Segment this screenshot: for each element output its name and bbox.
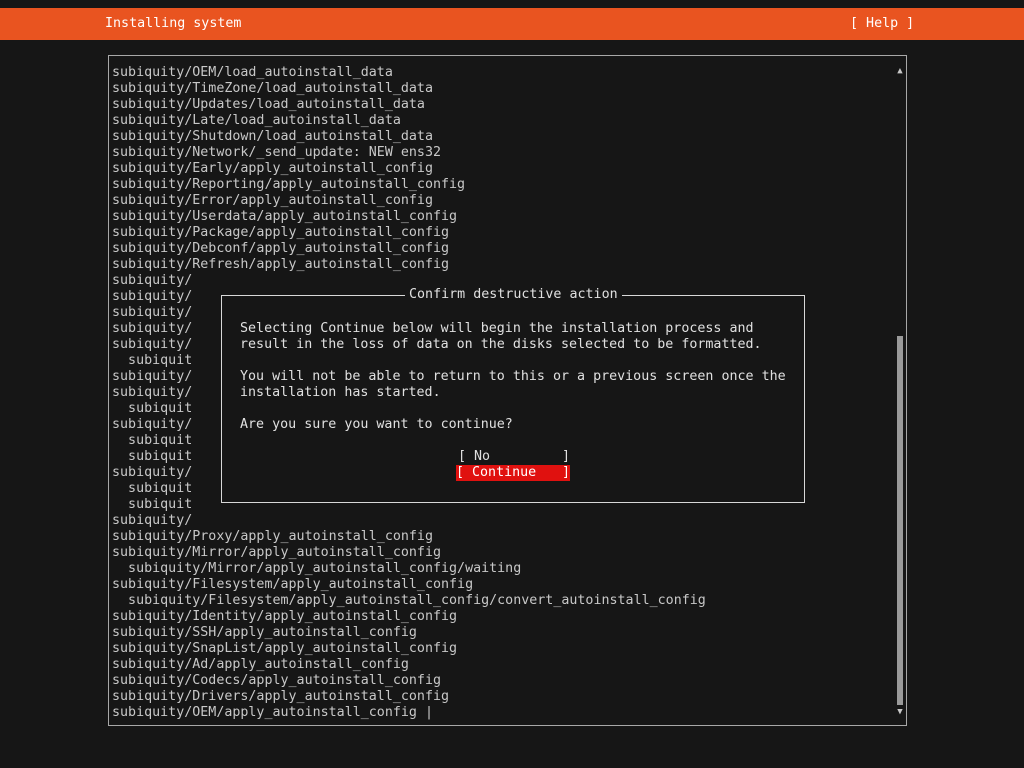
log-line: subiquity/Mirror/apply_autoinstall_confi… — [112, 545, 441, 560]
log-line: subiquity/Userdata/apply_autoinstall_con… — [112, 209, 458, 224]
no-button[interactable]: [ No ] — [458, 449, 570, 465]
log-line: subiquity/Early/apply_autoinstall_config — [112, 161, 433, 176]
log-line: subiquity/TimeZone/load_autoinstall_data — [112, 81, 433, 96]
log-line: subiquity/OEM/apply_autoinstall_config | — [112, 705, 433, 720]
dialog-message-line: installation has started. — [240, 385, 441, 400]
log-line: subiquity/Shutdown/load_autoinstall_data — [112, 129, 433, 144]
confirm-dialog: Confirm destructive action Selecting Con… — [221, 287, 805, 503]
log-line: subiquity/Package/apply_autoinstall_conf… — [112, 225, 450, 240]
log-scrollbar[interactable]: ▲ ▼ — [896, 65, 904, 721]
log-line: subiquity/Refresh/apply_autoinstall_conf… — [112, 257, 450, 272]
log-line: subiquity/Reporting/apply_autoinstall_co… — [112, 177, 466, 192]
no-button-left-bracket: [ — [458, 449, 467, 464]
log-line: subiquity/Codecs/apply_autoinstall_confi… — [112, 673, 441, 688]
dialog-message-line — [240, 353, 800, 369]
continue-button-right-bracket: ] — [561, 465, 570, 480]
dialog-title: Confirm destructive action — [405, 287, 622, 303]
log-line: subiquity/Network/_send_update: NEW ens3… — [112, 145, 441, 160]
help-button[interactable]: [ Help ] — [850, 8, 914, 40]
top-strip — [0, 0, 1024, 8]
log-line: subiquity/Filesystem/apply_autoinstall_c… — [112, 577, 474, 592]
continue-button-label: Continue — [472, 465, 537, 480]
continue-button[interactable]: [ Continue ] — [456, 465, 570, 481]
log-line: subiquity/SSH/apply_autoinstall_config — [112, 625, 417, 640]
no-button-right-bracket: ] — [561, 449, 570, 464]
scrollbar-thumb[interactable] — [897, 336, 903, 705]
dialog-message-line: You will not be able to return to this o… — [240, 369, 786, 384]
dialog-message-line — [240, 401, 800, 417]
log-line: subiquity/Updates/load_autoinstall_data — [112, 97, 425, 112]
dialog-message-line: Are you sure you want to continue? — [240, 417, 513, 432]
scroll-up-icon[interactable]: ▲ — [896, 65, 904, 77]
header-bar: Installing system [ Help ] — [0, 8, 1024, 40]
log-line: subiquity/SnapList/apply_autoinstall_con… — [112, 641, 458, 656]
dialog-message-line: Selecting Continue below will begin the … — [240, 321, 754, 336]
log-line: subiquity/Late/load_autoinstall_data — [112, 113, 401, 128]
log-line: subiquity/Filesystem/apply_autoinstall_c… — [112, 593, 706, 608]
log-line: subiquity/Mirror/apply_autoinstall_confi… — [112, 561, 522, 576]
log-line: subiquity/Proxy/apply_autoinstall_config — [112, 529, 433, 544]
dialog-message: Selecting Continue below will begin the … — [240, 321, 800, 433]
log-line: subiquity/Identity/apply_autoinstall_con… — [112, 609, 458, 624]
scroll-down-icon[interactable]: ▼ — [896, 706, 904, 718]
dialog-message-line: result in the loss of data on the disks … — [240, 337, 762, 352]
log-line: subiquity/OEM/load_autoinstall_data — [112, 65, 393, 80]
log-line: subiquity/ — [112, 513, 193, 528]
continue-button-left-bracket: [ — [456, 465, 465, 480]
log-line: subiquity/Error/apply_autoinstall_config — [112, 193, 433, 208]
log-line: subiquity/Drivers/apply_autoinstall_conf… — [112, 689, 450, 704]
no-button-label: No — [474, 449, 491, 464]
page-title: Installing system — [105, 16, 242, 31]
log-line: subiquity/Ad/apply_autoinstall_config — [112, 657, 409, 672]
log-line: subiquity/Debconf/apply_autoinstall_conf… — [112, 241, 450, 256]
